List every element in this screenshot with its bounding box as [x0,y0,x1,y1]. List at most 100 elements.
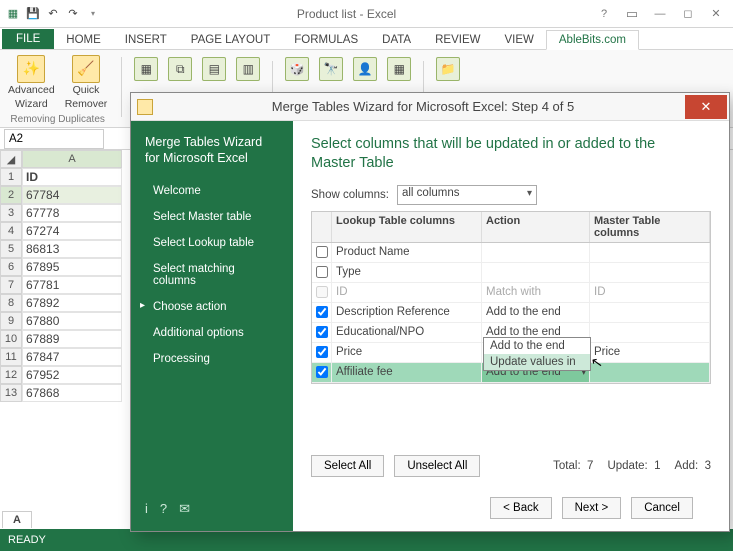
master-col: Price [590,343,710,362]
tab-page-layout[interactable]: PAGE LAYOUT [179,31,282,49]
wizard-step[interactable]: Choose action [131,294,293,320]
row-checkbox[interactable] [316,346,328,358]
merge-tables-dialog: Merge Tables Wizard for Microsoft Excel:… [130,92,730,532]
unselect-all-button[interactable]: Unselect All [394,455,480,477]
sheet-tab[interactable]: A [2,511,32,528]
quick-remover-button[interactable]: 🧹 Quick Remover [63,53,110,112]
action-cell[interactable] [482,243,590,262]
label: Add: [675,460,699,472]
ribbon-tool-icon[interactable]: 👤 [353,57,377,81]
mail-icon[interactable]: ✉ [179,501,190,517]
dialog-icon [137,99,153,115]
select-all-corner[interactable]: ◢ [0,150,22,168]
cell[interactable]: 67880 [22,312,122,330]
row-header[interactable]: 5 [0,240,22,258]
ribbon-tool-icon[interactable]: 🎲 [285,57,309,81]
tab-formulas[interactable]: FORMULAS [282,31,370,49]
ribbon-tool-icon[interactable]: ▦ [134,57,158,81]
tab-home[interactable]: HOME [54,31,113,49]
cancel-button[interactable]: Cancel [631,497,693,519]
info-icon[interactable]: i [145,501,148,517]
row-checkbox[interactable] [316,306,328,318]
wizard-step[interactable]: Select Lookup table [131,230,293,256]
master-col [590,303,710,322]
row-header[interactable]: 11 [0,348,22,366]
wizard-step[interactable]: Processing [131,346,293,372]
row-checkbox[interactable] [316,266,328,278]
select-all-button[interactable]: Select All [311,455,384,477]
master-col [590,363,710,382]
cell[interactable]: 67952 [22,366,122,384]
tab-file[interactable]: FILE [2,29,54,49]
row-header[interactable]: 2 [0,186,22,204]
ribbon-tool-icon[interactable]: ⧉ [168,57,192,81]
row-header[interactable]: 13 [0,384,22,402]
qat-dropdown-icon[interactable]: ▾ [84,5,102,23]
minimize-icon[interactable]: — [647,5,673,23]
cell[interactable]: 67784 [22,186,122,204]
action-dropdown[interactable]: Add to the end Update values in [483,337,591,371]
value: 1 [654,460,660,472]
cell[interactable]: 86813 [22,240,122,258]
save-icon[interactable]: 💾 [24,5,42,23]
name-box[interactable] [4,129,104,149]
redo-icon[interactable]: ↷ [64,5,82,23]
undo-icon[interactable]: ↶ [44,5,62,23]
cell[interactable]: 67274 [22,222,122,240]
ribbon-tool-icon[interactable]: 📁 [436,57,460,81]
wizard-step[interactable]: Additional options [131,320,293,346]
restore-icon[interactable]: ◻ [675,5,701,23]
row-header[interactable]: 7 [0,276,22,294]
dropdown-option[interactable]: Update values in [484,354,590,370]
ribbon-tool-icon[interactable]: ▦ [387,57,411,81]
th-lookup: Lookup Table columns [332,212,482,242]
row-header[interactable]: 6 [0,258,22,276]
close-icon[interactable]: ✕ [703,5,729,23]
next-button[interactable]: Next > [562,497,622,519]
dialog-title: Merge Tables Wizard for Microsoft Excel:… [161,99,685,114]
tab-view[interactable]: VIEW [492,31,545,49]
wizard-step[interactable]: Welcome [131,178,293,204]
wizard-step[interactable]: Select matching columns [131,256,293,294]
tab-ablebits[interactable]: AbleBits.com [546,30,639,50]
cell[interactable]: 67889 [22,330,122,348]
row-checkbox[interactable] [316,326,328,338]
show-columns-combo[interactable]: all columns [397,185,537,205]
action-cell[interactable] [482,263,590,282]
ribbon-tool-icon[interactable]: ▤ [202,57,226,81]
ribbon-tool-icon[interactable]: ▥ [236,57,260,81]
dialog-close-button[interactable]: ✕ [685,95,727,119]
help-icon[interactable]: ? [591,5,617,23]
help-icon[interactable]: ? [160,501,167,517]
lookup-col: Price [332,343,482,362]
row-header[interactable]: 3 [0,204,22,222]
cell[interactable]: ID [22,168,122,186]
row-checkbox[interactable] [316,246,328,258]
wizard-step[interactable]: Select Master table [131,204,293,230]
cell[interactable]: 67895 [22,258,122,276]
ribbon-tool-icon[interactable]: 🔭 [319,57,343,81]
advanced-wizard-button[interactable]: ✨ Advanced Wizard [6,53,57,112]
cell[interactable]: 67781 [22,276,122,294]
row-header[interactable]: 9 [0,312,22,330]
cell[interactable]: 67892 [22,294,122,312]
dropdown-option[interactable]: Add to the end [484,338,590,354]
row-header[interactable]: 4 [0,222,22,240]
row-header[interactable]: 1 [0,168,22,186]
cell[interactable]: 67847 [22,348,122,366]
status-text: READY [8,534,46,546]
tab-review[interactable]: REVIEW [423,31,492,49]
dialog-titlebar[interactable]: Merge Tables Wizard for Microsoft Excel:… [131,93,729,121]
action-cell[interactable]: Add to the end [482,303,590,322]
row-checkbox[interactable] [316,366,328,378]
ribbon-options-icon[interactable]: ▭ [619,5,645,23]
back-button[interactable]: < Back [490,497,551,519]
cell[interactable]: 67778 [22,204,122,222]
row-header[interactable]: 10 [0,330,22,348]
tab-insert[interactable]: INSERT [113,31,179,49]
row-header[interactable]: 12 [0,366,22,384]
tab-data[interactable]: DATA [370,31,423,49]
row-header[interactable]: 8 [0,294,22,312]
column-header-a[interactable]: A [22,150,122,168]
cell[interactable]: 67868 [22,384,122,402]
